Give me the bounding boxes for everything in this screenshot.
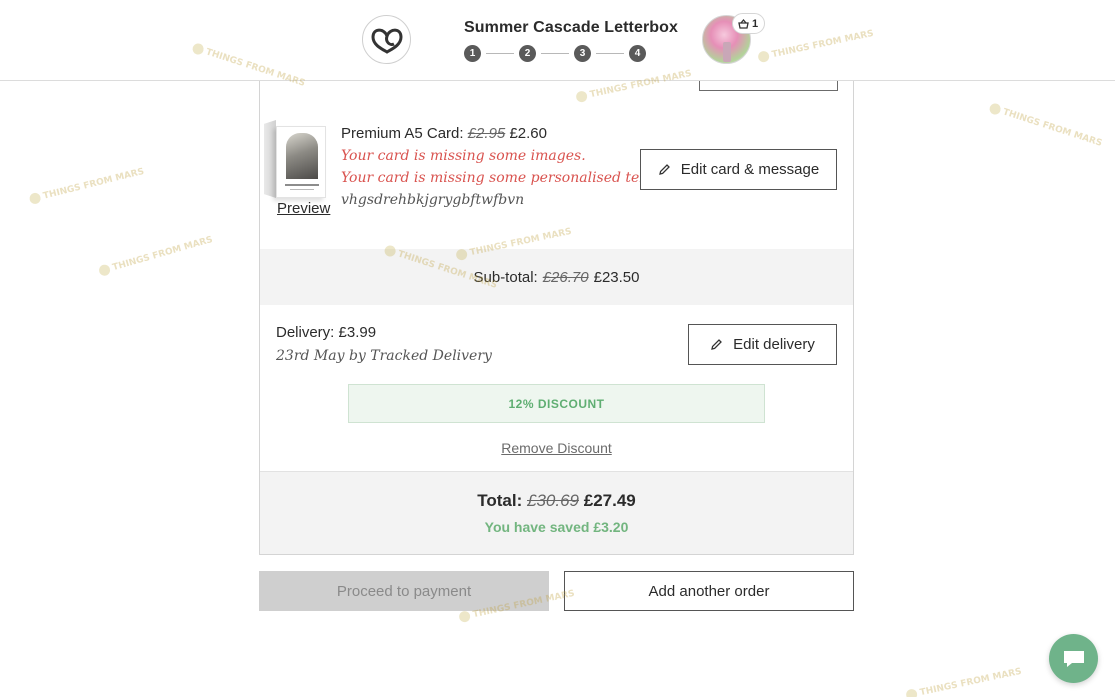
logo-icon — [370, 28, 403, 54]
checkout-steps: 1 2 3 4 — [464, 45, 646, 62]
step-1[interactable]: 1 — [464, 45, 481, 62]
proceed-to-payment-button[interactable]: Proceed to payment — [259, 571, 549, 611]
edit-delivery-label: Edit delivery — [733, 336, 815, 353]
card-title-label: Premium A5 Card: — [341, 125, 464, 142]
subtotal-label: Sub-total: — [473, 268, 538, 286]
card-title: Premium A5 Card: £2.95 £2.60 — [341, 125, 657, 142]
pencil-icon — [658, 164, 670, 175]
step-2[interactable]: 2 — [519, 45, 536, 62]
total-old: £30.69 — [527, 491, 579, 510]
watermark: THINGS FROM MARS — [988, 102, 1103, 149]
site-header: Summer Cascade Letterbox 1 2 3 4 1 — [0, 0, 1115, 81]
discount-badge: 12% DISCOUNT — [348, 384, 765, 423]
delivery-price: Delivery: £3.99 — [276, 324, 377, 341]
watermark: THINGS FROM MARS — [28, 166, 145, 205]
step-divider — [486, 53, 514, 54]
subtotal-new: £23.50 — [593, 268, 640, 286]
basket-badge[interactable]: 1 — [732, 13, 766, 34]
delivery-detail: 23rd May by Tracked Delivery — [276, 348, 492, 364]
edit-card-label: Edit card & message — [680, 161, 820, 178]
card-thumbnail[interactable] — [276, 126, 326, 198]
step-3[interactable]: 3 — [574, 45, 591, 62]
watermark: THINGS FROM MARS — [905, 666, 1023, 697]
edit-delivery-button[interactable]: Edit delivery — [688, 324, 837, 365]
card-old-price: £2.95 — [467, 125, 506, 142]
card-text-line — [285, 184, 319, 186]
card-fold-shadow — [264, 120, 276, 198]
total-label: Total: — [477, 491, 523, 510]
order-summary-panel: Preview Premium A5 Card: £2.95 £2.60 You… — [259, 58, 854, 555]
preview-link[interactable]: Preview — [277, 200, 330, 217]
vase-shape — [723, 42, 731, 62]
total-new: £27.49 — [583, 491, 636, 510]
basket-icon — [738, 18, 749, 29]
subtotal-row: Sub-total: £26.70 £23.50 — [260, 249, 853, 305]
remove-discount-link[interactable]: Remove Discount — [501, 440, 612, 456]
chat-icon — [1063, 650, 1084, 667]
total-line: Total: £30.69 £27.49 — [260, 491, 853, 511]
brand-logo[interactable] — [362, 15, 411, 64]
watermark: THINGS FROM MARS — [98, 234, 213, 277]
card-photo — [286, 133, 318, 179]
basket-count: 1 — [752, 17, 759, 30]
product-title: Summer Cascade Letterbox — [464, 19, 679, 36]
step-divider — [596, 53, 624, 54]
subtotal-old: £26.70 — [542, 268, 589, 286]
step-4[interactable]: 4 — [629, 45, 646, 62]
pencil-icon — [711, 339, 723, 350]
edit-card-button[interactable]: Edit card & message — [640, 149, 837, 190]
chat-widget-button[interactable] — [1049, 634, 1098, 683]
missing-images-warning: Your card is missing some images. — [341, 148, 586, 164]
missing-text-warning: Your card is missing some personalised t… — [341, 170, 658, 186]
card-details: Premium A5 Card: £2.95 £2.60 Your card i… — [341, 125, 657, 208]
total-row: Total: £30.69 £27.49 You have saved £3.2… — [260, 471, 853, 554]
add-another-order-button[interactable]: Add another order — [564, 571, 854, 611]
remove-discount-row: Remove Discount — [260, 440, 853, 456]
card-text-line — [290, 189, 314, 190]
savings-text: You have saved £3.20 — [484, 519, 629, 535]
step-divider — [541, 53, 569, 54]
card-message: vhgsdrehbkjgrygbftwfbvn — [341, 192, 525, 208]
card-new-price: £2.60 — [509, 125, 547, 142]
